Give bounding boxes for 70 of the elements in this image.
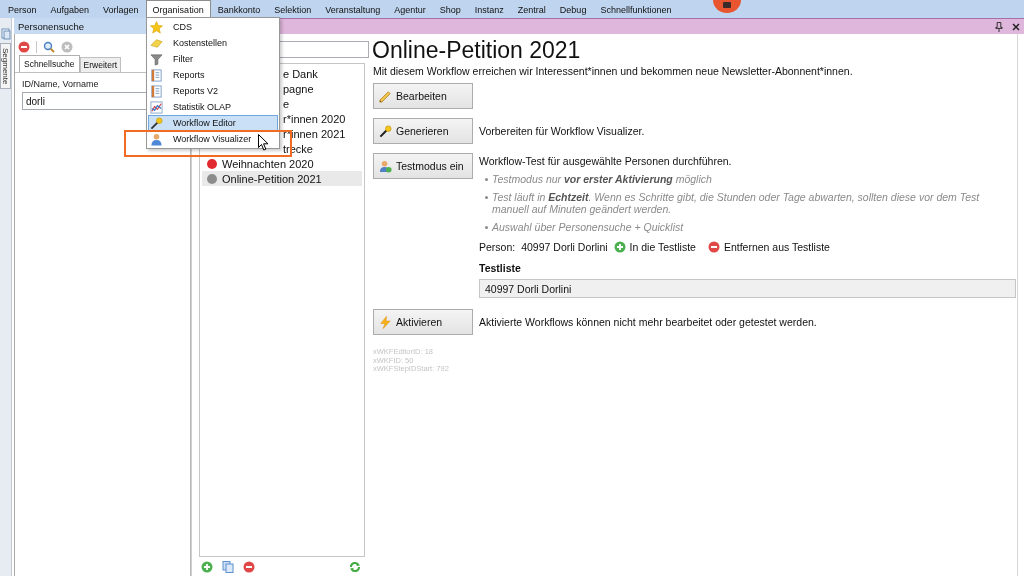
- menu-item[interactable]: Zentral: [510, 0, 553, 18]
- add-to-test-list-link[interactable]: In die Testliste: [629, 241, 696, 253]
- remove-icon: [707, 241, 720, 253]
- funnel-icon: [150, 52, 163, 66]
- close-icon[interactable]: [1012, 21, 1020, 32]
- lightning-icon: [379, 315, 392, 329]
- test-list-title: Testliste: [479, 262, 522, 274]
- document-icon: [150, 68, 163, 82]
- test-list[interactable]: 40997 Dorli Dorlini: [479, 279, 1016, 298]
- wand-icon: [150, 116, 163, 130]
- menu-item[interactable]: Vorlagen: [96, 0, 146, 18]
- person-icon: [150, 132, 163, 146]
- hint-text: Testmodus nur vor erster Aktivierung möglich: [492, 173, 712, 185]
- person-value: 40997 Dorli Dorlini: [521, 241, 608, 253]
- menu-item[interactable]: Agentur: [387, 0, 433, 18]
- bullet-icon: [485, 196, 488, 199]
- star-icon: [150, 20, 163, 34]
- add-icon[interactable]: [201, 560, 213, 573]
- workflow-title: Online-Petition 2021: [372, 37, 582, 63]
- pin-icon[interactable]: [995, 21, 1003, 32]
- menu-item[interactable]: Aufgaben: [43, 0, 97, 18]
- document-icon: [150, 84, 163, 98]
- search-icon[interactable]: [43, 41, 55, 53]
- menu-item[interactable]: Shop: [432, 0, 468, 18]
- menu-item[interactable]: Person: [1, 0, 44, 18]
- record-indicator-icon: [713, 0, 741, 13]
- remove-icon[interactable]: [18, 41, 30, 53]
- edit-button[interactable]: Bearbeiten: [373, 83, 473, 109]
- menu-item[interactable]: Instanz: [467, 0, 511, 18]
- list-item[interactable]: Weihnachten 2020: [202, 156, 362, 171]
- hint-text: Test läuft in Echtzeit. Wenn es Schritte gibt, die Stunden oder Tage abwarten, sollten diese vor dem Test manuell auf Minuten geändert werden.: [492, 191, 981, 215]
- wand-icon: [379, 124, 392, 138]
- copy-icon[interactable]: [222, 560, 234, 573]
- test-note: Workflow-Test für ausgewählte Personen durchführen.: [479, 155, 733, 168]
- remove-icon[interactable]: [243, 560, 255, 573]
- document-icon[interactable]: [0, 28, 11, 40]
- add-icon: [613, 241, 626, 253]
- tab[interactable]: Erweitert: [79, 57, 122, 72]
- menu-option[interactable]: Workflow Editor: [148, 115, 278, 131]
- menu-option[interactable]: Filter: [148, 51, 278, 67]
- hint-text: Auswahl über Personensuche + Quicklist: [492, 221, 684, 233]
- bullet-icon: [485, 226, 488, 229]
- test-mode-button[interactable]: Testmodus ein: [373, 153, 473, 179]
- list-item[interactable]: Online-Petition 2021: [202, 171, 362, 186]
- menu-item[interactable]: Schnellfunktionen: [593, 0, 679, 18]
- workflow-description: Mit diesem Workflow erreichen wir Interessent*innen und bekommen neue Newsletter-Abonnent*innen.: [373, 65, 854, 78]
- field-label: ID/Name, Vorname: [22, 79, 100, 89]
- tag-icon: [150, 36, 163, 50]
- menu-item[interactable]: Debug: [552, 0, 594, 18]
- chart-icon: [150, 100, 163, 114]
- pencil-icon: [379, 89, 392, 103]
- clear-icon[interactable]: [61, 41, 73, 53]
- menu-option[interactable]: Kostenstellen: [148, 35, 278, 51]
- activate-note: Aktivierte Workflows können nicht mehr bearbeitet oder getestet werden.: [479, 315, 817, 329]
- menu-item[interactable]: Organisation: [145, 0, 211, 18]
- menu-item[interactable]: Selektion: [267, 0, 319, 18]
- menu-option[interactable]: Reports: [148, 67, 278, 83]
- tab[interactable]: Schnellsuche: [19, 55, 80, 72]
- refresh-icon[interactable]: [349, 560, 361, 573]
- menu-item[interactable]: Veranstaltung: [318, 0, 388, 18]
- activate-button[interactable]: Aktivieren: [373, 309, 473, 335]
- person-label: Person:: [479, 241, 516, 253]
- side-tab[interactable]: Segmente: [0, 43, 11, 90]
- remove-from-test-list-link[interactable]: Entfernen aus Testliste: [723, 241, 830, 253]
- generate-note: Vorbereiten für Workflow Visualizer.: [479, 124, 645, 138]
- menu-item[interactable]: Bankkonto: [210, 0, 268, 18]
- person-icon: [379, 159, 392, 173]
- list-entry[interactable]: 40997 Dorli Dorlini: [485, 282, 572, 295]
- bullet-icon: [485, 178, 488, 181]
- generate-button[interactable]: Generieren: [373, 118, 473, 144]
